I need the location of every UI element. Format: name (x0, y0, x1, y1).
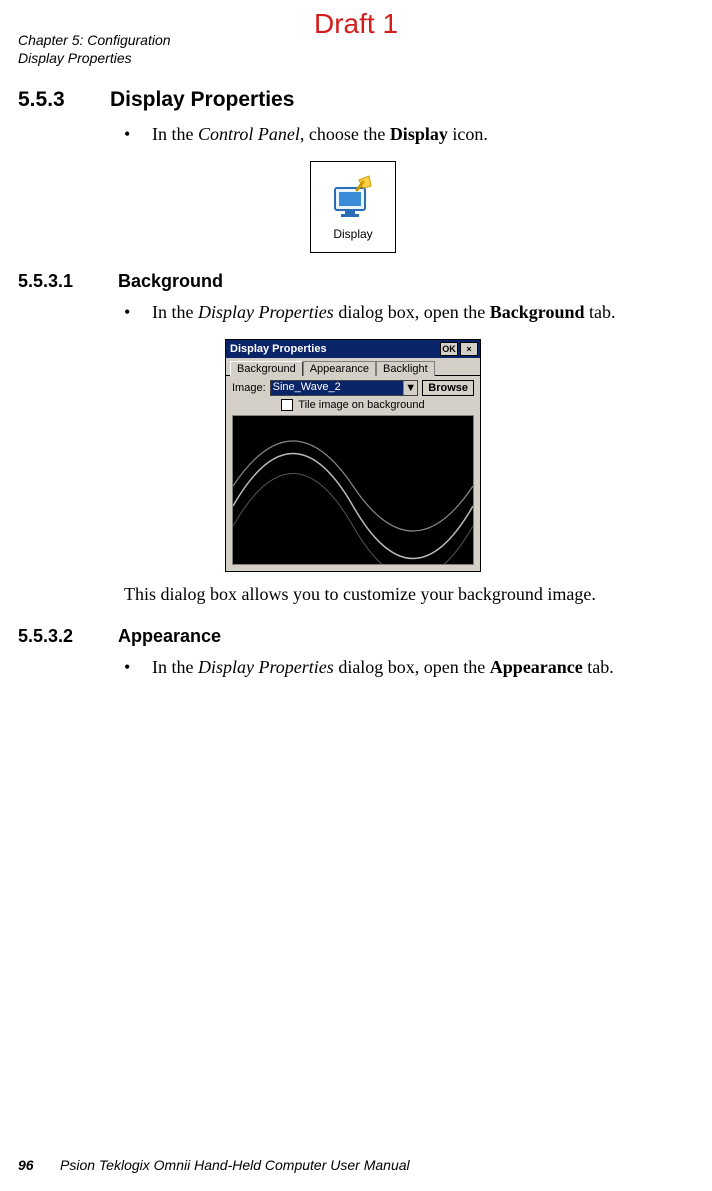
tile-checkbox-label: Tile image on background (298, 399, 424, 411)
header-section: Display Properties (18, 50, 171, 68)
background-description: This dialog box allows you to customize … (124, 582, 688, 607)
heading-5-5-3-1: 5.5.3.1Background (18, 271, 688, 292)
heading-5-5-3-2: 5.5.3.2Appearance (18, 626, 688, 647)
heading-number: 5.5.3.1 (18, 271, 118, 292)
display-icon (329, 174, 377, 222)
ok-button[interactable]: OK (440, 342, 458, 356)
bullet-item: • In the Display Properties dialog box, … (124, 655, 688, 680)
dialog-titlebar: Display Properties OK × (226, 340, 480, 358)
image-combobox[interactable]: Sine_Wave_2 ▼ (270, 380, 419, 396)
tab-backlight[interactable]: Backlight (376, 361, 435, 376)
bullet-text: In the Display Properties dialog box, op… (152, 300, 616, 325)
display-properties-dialog: Display Properties OK × Background Appea… (225, 339, 481, 572)
book-title: Psion Teklogix Omnii Hand-Held Computer … (60, 1157, 410, 1173)
tab-appearance[interactable]: Appearance (303, 361, 376, 376)
image-combobox-value: Sine_Wave_2 (271, 381, 404, 395)
close-button[interactable]: × (460, 342, 478, 356)
heading-number: 5.5.3.2 (18, 626, 118, 647)
tab-background[interactable]: Background (230, 361, 303, 376)
bullet-marker: • (124, 122, 152, 147)
page-header: Chapter 5: Configuration Display Propert… (18, 32, 171, 67)
page-number: 96 (18, 1157, 60, 1173)
bullet-marker: • (124, 655, 152, 680)
sine-wave-preview (233, 416, 473, 565)
dialog-title: Display Properties (230, 343, 438, 355)
display-icon-figure: Display (310, 161, 396, 253)
tile-checkbox[interactable] (281, 399, 293, 411)
browse-button[interactable]: Browse (422, 380, 474, 396)
dialog-tabs: Background Appearance Backlight (226, 358, 480, 376)
bullet-text: In the Control Panel, choose the Display… (152, 122, 488, 147)
bullet-item: • In the Control Panel, choose the Displ… (124, 122, 688, 147)
dialog-body: Image: Sine_Wave_2 ▼ Browse Tile image o… (226, 376, 480, 571)
bullet-marker: • (124, 300, 152, 325)
bullet-item: • In the Display Properties dialog box, … (124, 300, 688, 325)
page-footer: 96Psion Teklogix Omnii Hand-Held Compute… (18, 1157, 410, 1173)
display-icon-label: Display (333, 227, 372, 241)
image-label: Image: (232, 382, 266, 394)
heading-title: Background (118, 271, 223, 291)
heading-5-5-3: 5.5.3Display Properties (18, 88, 688, 112)
bullet-text: In the Display Properties dialog box, op… (152, 655, 614, 680)
draft-watermark: Draft 1 (314, 8, 398, 40)
heading-number: 5.5.3 (18, 88, 110, 112)
heading-title: Display Properties (110, 88, 294, 111)
header-chapter: Chapter 5: Configuration (18, 32, 171, 50)
background-preview (232, 415, 474, 565)
heading-title: Appearance (118, 626, 221, 646)
chevron-down-icon: ▼ (403, 381, 417, 395)
